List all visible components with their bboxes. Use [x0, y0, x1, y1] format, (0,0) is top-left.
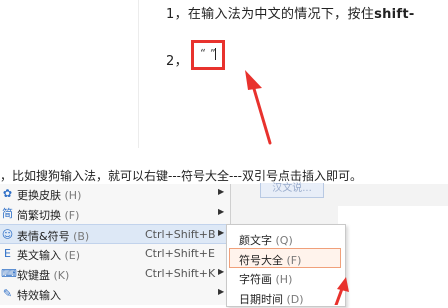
- step-1-key: shift-: [374, 7, 415, 22]
- smiley-icon: ☺: [1, 228, 14, 241]
- menu-item-label: 英文输入: [17, 249, 61, 262]
- menu-item-label: 简繁切换: [17, 209, 61, 222]
- menu-item-hotkey: (F): [64, 209, 80, 222]
- step-1-prefix: 1，在输入法为中文的情况下，按住: [166, 7, 375, 22]
- menu-item-label: 表情&符号: [17, 230, 70, 243]
- menu-item-shortcut: Ctrl+Shift+K: [145, 267, 216, 280]
- shirt-icon: ✿: [2, 187, 13, 200]
- background-button[interactable]: 汉文说...: [260, 183, 324, 198]
- menu-item-english-input[interactable]: E 英文输入 (E) Ctrl+Shift+E: [0, 244, 229, 264]
- menu-item-label: 特效输入: [17, 289, 61, 302]
- submenu-item-date-time[interactable]: 日期时间 (D): [227, 288, 345, 308]
- submenu-arrow-icon: ▶: [218, 267, 225, 276]
- step-1-text: 1，在输入法为中文的情况下，按住shift-: [166, 3, 415, 22]
- menu-item-label: 更换皮肤: [17, 189, 61, 202]
- special-input-icon: ✎: [2, 287, 13, 300]
- submenu-item-symbol-collection[interactable]: 符号大全 (F): [229, 248, 341, 268]
- submenu-item-hotkey: (F): [286, 254, 302, 267]
- submenu-item-ascii-art[interactable]: 字符画 (H): [227, 268, 345, 288]
- menu-item-change-skin[interactable]: ✿ 更换皮肤 (H) ▶: [0, 184, 229, 204]
- menu-item-label: 软键盘: [17, 269, 50, 282]
- submenu-arrow-icon: ▶: [218, 287, 225, 296]
- submenu-item-kaomoji[interactable]: 颜文字 (Q): [227, 229, 345, 249]
- submenu-arrow-icon: ▶: [218, 207, 225, 216]
- submenu-item-label: 日期时间: [239, 293, 283, 306]
- submenu-item-hotkey: (Q): [275, 234, 293, 247]
- ime-context-menu: ✿ 更换皮肤 (H) ▶ 简 简繁切换 (F) ▶ ☺ 表情&符号 (B) Ct…: [0, 184, 231, 305]
- submenu-item-label: 字符画: [239, 273, 272, 286]
- background-panel: [338, 206, 448, 305]
- english-icon: E: [4, 247, 11, 260]
- menu-item-hotkey: (E): [64, 249, 81, 262]
- menu-item-shortcut: Ctrl+Shift+B: [145, 228, 216, 241]
- open-quote: “: [200, 47, 206, 60]
- instruction-text: ，比如搜狗输入法，就可以右键---符号大全---双引号点击插入即可。: [0, 169, 362, 183]
- submenu-item-label: 颜文字: [239, 234, 272, 247]
- submenu-item-hotkey: (H): [275, 273, 293, 286]
- menu-item-simplified-traditional[interactable]: 简 简繁切换 (F) ▶: [0, 204, 229, 224]
- emoji-symbols-submenu: 颜文字 (Q) 符号大全 (F) 字符画 (H) 日期时间 (D): [226, 224, 346, 307]
- menu-item-emoji-symbols[interactable]: ☺ 表情&符号 (B) Ctrl+Shift+B ▶: [0, 224, 229, 244]
- submenu-arrow-icon: ▶: [218, 187, 225, 196]
- menu-item-soft-keyboard[interactable]: ⌨ 软键盘 (K) Ctrl+Shift+K ▶: [0, 264, 229, 284]
- quote-marks-highlight-box: “ ”: [191, 40, 225, 70]
- keyboard-icon: ⌨: [1, 267, 17, 280]
- menu-item-hotkey: (H): [64, 189, 82, 202]
- submenu-item-label: 符号大全: [239, 254, 283, 267]
- step-2-text: 2，: [166, 54, 188, 69]
- simplified-traditional-icon: 简: [2, 207, 13, 220]
- menu-item-shortcut: Ctrl+Shift+E: [145, 247, 215, 260]
- submenu-arrow-icon: ▶: [218, 228, 225, 237]
- document-left-margin: [0, 0, 138, 148]
- menu-item-hotkey: (B): [73, 230, 90, 243]
- submenu-item-hotkey: (D): [286, 293, 304, 306]
- menu-item-hotkey: (K): [53, 269, 70, 282]
- text-cursor: [215, 48, 216, 60]
- page-margin-rule: [138, 0, 139, 148]
- menu-item-special-input[interactable]: ✎ 特效输入 ▶: [0, 284, 229, 304]
